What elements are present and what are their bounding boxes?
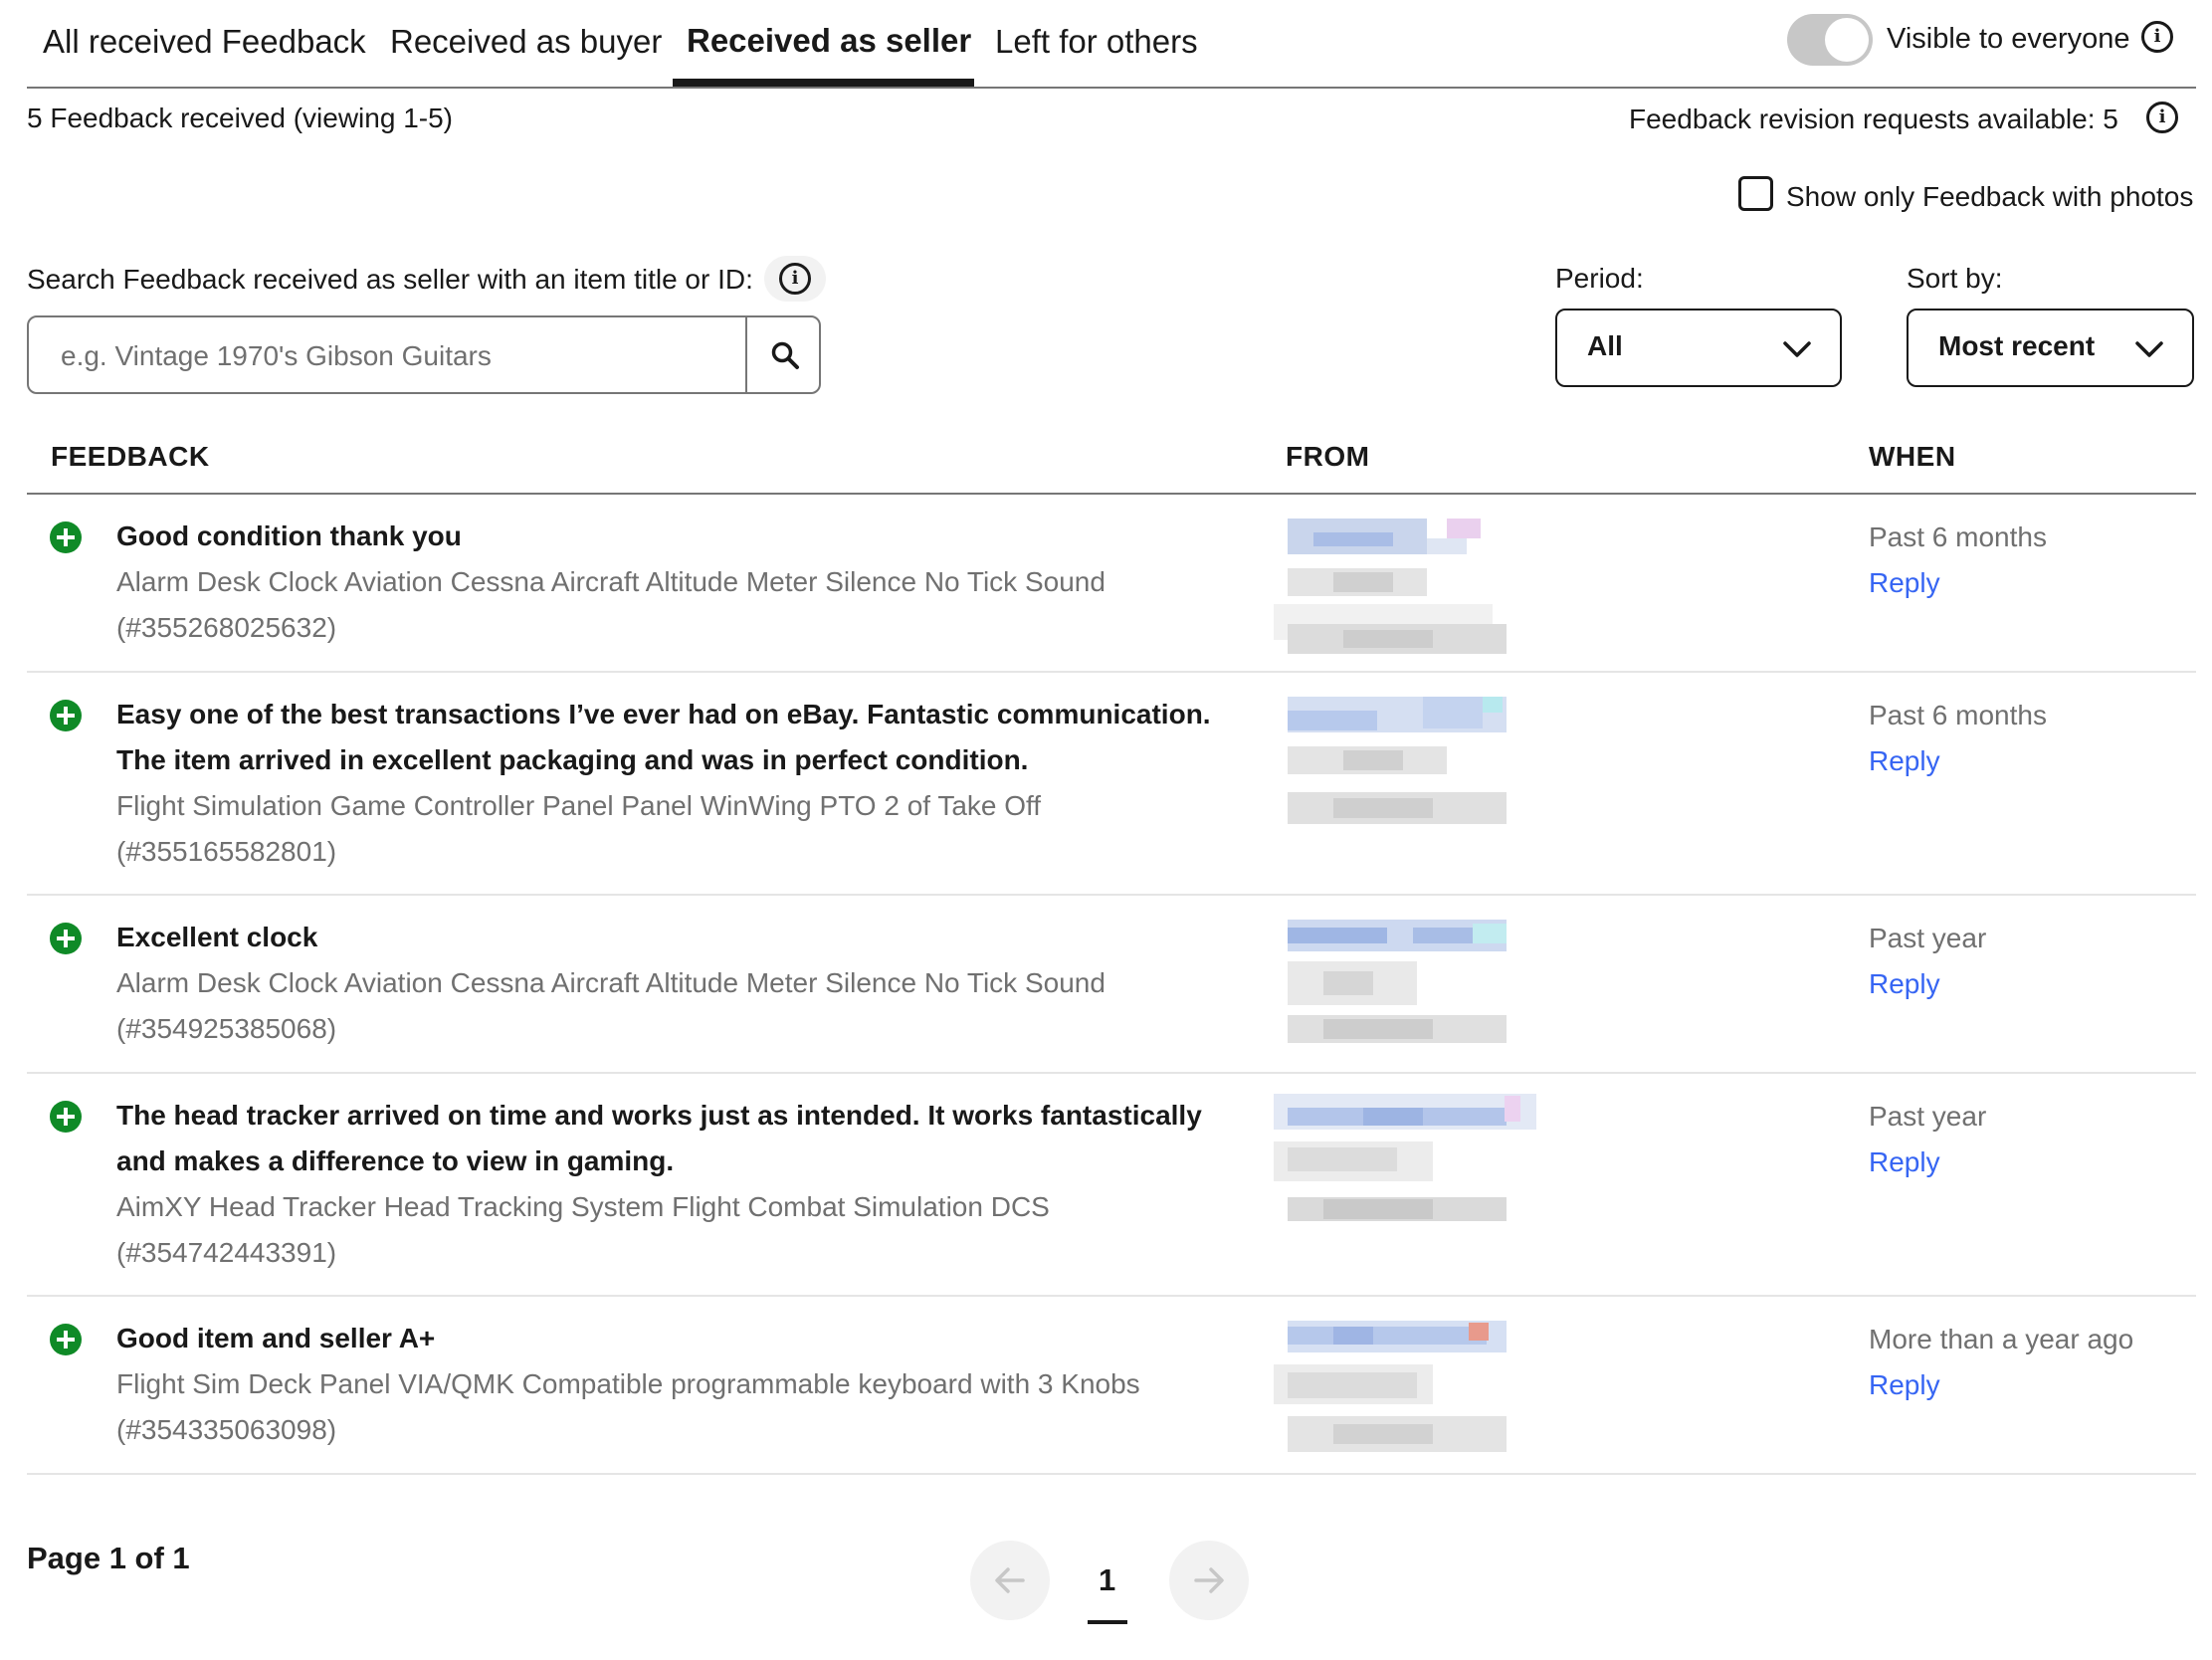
next-page-button[interactable] (1169, 1541, 1249, 1620)
feedback-when: Past year (1869, 923, 1987, 953)
blurred-user-info (1274, 693, 1562, 832)
period-label: Period: (1555, 263, 1644, 294)
photos-only-checkbox[interactable] (1738, 176, 1773, 211)
arrow-left-icon (995, 1567, 1025, 1593)
blurred-user-info (1274, 1094, 1562, 1233)
blurred-user-info (1274, 515, 1562, 674)
tab-all-received-feedback[interactable]: All received Feedback (43, 23, 366, 61)
feedback-when: Past 6 months (1869, 521, 2047, 552)
search-info-icon: i (779, 263, 811, 295)
reply-link[interactable]: Reply (1869, 1146, 1940, 1178)
chevron-down-icon (2135, 341, 2163, 357)
current-page-number[interactable]: 1 (1099, 1562, 1115, 1598)
column-header-feedback: FEEDBACK (51, 441, 210, 472)
column-header-from: FROM (1286, 441, 1370, 472)
feedback-item-id: (#354335063098) (116, 1414, 337, 1445)
arrow-right-icon (1194, 1567, 1224, 1593)
row-divider (27, 1473, 2196, 1475)
column-header-when: WHEN (1869, 441, 1956, 472)
reply-link[interactable]: Reply (1869, 1369, 1940, 1401)
positive-feedback-icon (50, 521, 82, 553)
sort-value: Most recent (1938, 330, 2096, 361)
row-divider (27, 894, 2196, 896)
positive-feedback-icon (50, 1324, 82, 1355)
feedback-comment: Good condition thank you (116, 520, 462, 551)
tab-left-for-others[interactable]: Left for others (995, 23, 1198, 61)
visibility-info-icon[interactable]: i (2141, 21, 2173, 53)
toggle-knob (1825, 18, 1869, 62)
feedback-when: More than a year ago (1869, 1324, 2134, 1354)
feedback-when: Past year (1869, 1101, 1987, 1132)
photos-only-label: Show only Feedback with photos (1786, 181, 2194, 212)
table-header-divider (27, 493, 2196, 495)
feedback-when: Past 6 months (1869, 700, 2047, 730)
search-box (27, 315, 821, 394)
search-button[interactable] (745, 317, 823, 392)
feedback-item-id: (#354742443391) (116, 1237, 337, 1268)
feedback-comment: Good item and seller A+ (116, 1323, 436, 1353)
search-label: Search Feedback received as seller with … (27, 264, 753, 295)
feedback-item-title: Alarm Desk Clock Aviation Cessna Aircraf… (116, 566, 1106, 597)
chevron-down-icon (1783, 341, 1811, 357)
feedback-comment: Easy one of the best transactions I’ve e… (116, 699, 1211, 775)
feedback-item-title: Flight Simulation Game Controller Panel … (116, 790, 1042, 821)
search-input[interactable] (59, 317, 759, 394)
feedback-item-title: AimXY Head Tracker Head Tracking System … (116, 1191, 1050, 1222)
sort-select[interactable]: Most recent (1907, 309, 2194, 387)
revision-requests-text: Feedback revision requests available: 5 (1629, 104, 2118, 134)
reply-link[interactable]: Reply (1869, 968, 1940, 1000)
reply-link[interactable]: Reply (1869, 567, 1940, 599)
visibility-label: Visible to everyone (1887, 23, 2130, 55)
visibility-toggle[interactable] (1787, 14, 1873, 66)
feedback-comment: Excellent clock (116, 922, 318, 952)
row-divider (27, 1072, 2196, 1074)
previous-page-button[interactable] (970, 1541, 1050, 1620)
period-value: All (1587, 330, 1623, 361)
active-tab-indicator (673, 79, 974, 87)
feedback-item-id: (#354925385068) (116, 1013, 337, 1044)
positive-feedback-icon (50, 1101, 82, 1133)
search-icon (771, 341, 799, 369)
blurred-user-info (1274, 916, 1562, 1055)
feedback-item-title: Flight Sim Deck Panel VIA/QMK Compatible… (116, 1368, 1140, 1399)
feedback-item-id: (#355268025632) (116, 612, 337, 643)
period-select[interactable]: All (1555, 309, 1842, 387)
feedback-item-title: Alarm Desk Clock Aviation Cessna Aircraf… (116, 967, 1106, 998)
positive-feedback-icon (50, 923, 82, 954)
row-divider (27, 671, 2196, 673)
current-page-indicator (1088, 1620, 1127, 1624)
feedback-item-id: (#355165582801) (116, 836, 337, 867)
sort-label: Sort by: (1907, 263, 2003, 294)
row-divider (27, 1295, 2196, 1297)
feedback-comment: The head tracker arrived on time and wor… (116, 1100, 1202, 1176)
tab-received-as-buyer[interactable]: Received as buyer (390, 23, 662, 61)
search-info-button[interactable]: i (764, 256, 826, 302)
blurred-user-info (1274, 1317, 1562, 1456)
reply-link[interactable]: Reply (1869, 745, 1940, 777)
feedback-count-text: 5 Feedback received (viewing 1-5) (27, 103, 453, 133)
tab-received-as-seller[interactable]: Received as seller (687, 22, 971, 60)
page-count-text: Page 1 of 1 (27, 1541, 190, 1575)
positive-feedback-icon (50, 700, 82, 731)
revision-info-icon[interactable]: i (2146, 102, 2178, 133)
